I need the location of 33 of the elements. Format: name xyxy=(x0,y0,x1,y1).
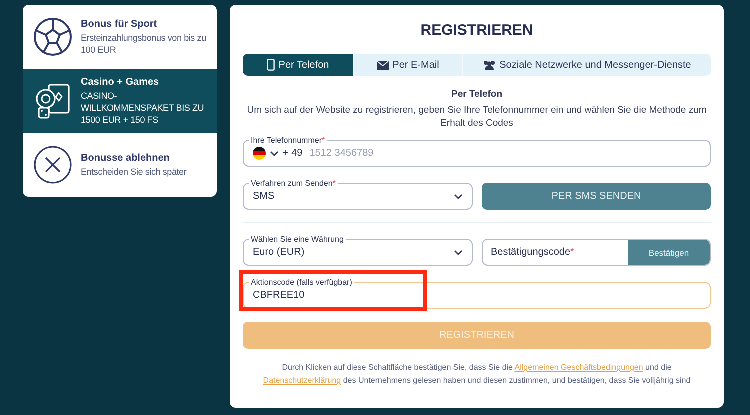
section-heading: Per Telefon xyxy=(450,89,504,100)
bonus-option[interactable]: Casino + Games CASINO-WILLKOMMENSPAKET BIS ZU 1500 EUR + 150 FS xyxy=(23,69,217,133)
chevron-down-icon xyxy=(270,150,279,156)
form-title: REGISTRIEREN xyxy=(420,22,534,41)
phone-icon xyxy=(266,59,275,71)
description: Um sich auf der Website zu registrieren, geben Sie Ihre Telefonnummer ein und wählen Sie die Methode zum Erhalt des Codes xyxy=(246,104,708,130)
envelope-icon xyxy=(376,60,389,70)
bonus-option[interactable]: Bonus für Sport Ersteinzahlungsbonus von bis zu 100 EUR xyxy=(23,5,217,69)
chevron-down-icon xyxy=(454,250,463,256)
promo-code-field[interactable]: Aktionscode (falls verfügbar) CBFREE10 xyxy=(243,278,711,309)
bonus-title: Bonus für Sport xyxy=(81,18,158,30)
bonus-description: CASINO-WILLKOMMENSPAKET BIS ZU 1500 EUR + 150 FS xyxy=(81,90,206,126)
people-icon xyxy=(482,60,496,70)
chevron-down-icon xyxy=(454,194,463,200)
football-icon xyxy=(33,17,73,57)
currency-select[interactable]: Wählen Sie eine Währung Euro (EUR) xyxy=(243,235,473,266)
tab[interactable]: Per Telefon xyxy=(243,54,354,76)
bonus-option[interactable]: Bonusse ablehnen Entscheiden Sie sich später xyxy=(23,133,217,197)
legal-notice: Durch Klicken auf diese Schaltfläche bestätigen Sie, dass Sie die Allgemeinen Geschäftsbedingungen und die Datenschutzerklärung des Unternehmens gelesen haben und diesen zustimmen, und bestätigen, dass Sie volljährig sind xyxy=(262,362,692,387)
tab[interactable]: Soziale Netzwerke und Messenger-Dienste xyxy=(463,54,711,76)
close-circle-icon xyxy=(33,145,73,185)
phone-field[interactable]: Ihre Telefonnummer* + 49 1512 3456789 xyxy=(243,136,711,167)
tab[interactable]: Per E-Mail xyxy=(354,54,463,76)
send-sms-button[interactable]: PER SMS SENDEN xyxy=(482,183,711,210)
bonus-description: Entscheiden Sie sich später xyxy=(81,166,187,178)
germany-flag-icon xyxy=(253,147,266,160)
bonus-title: Casino + Games xyxy=(81,76,160,88)
casino-chip-cards-icon xyxy=(33,81,73,121)
bonus-title: Bonusse ablehnen xyxy=(81,152,171,164)
country-code: + 49 xyxy=(283,148,303,159)
phone-input[interactable]: 1512 3456789 xyxy=(310,148,701,159)
bonus-description: Ersteinzahlungsbonus von bis zu 100 EUR xyxy=(81,32,208,56)
send-method-select[interactable]: Verfahren zum Senden* SMS xyxy=(243,179,473,210)
